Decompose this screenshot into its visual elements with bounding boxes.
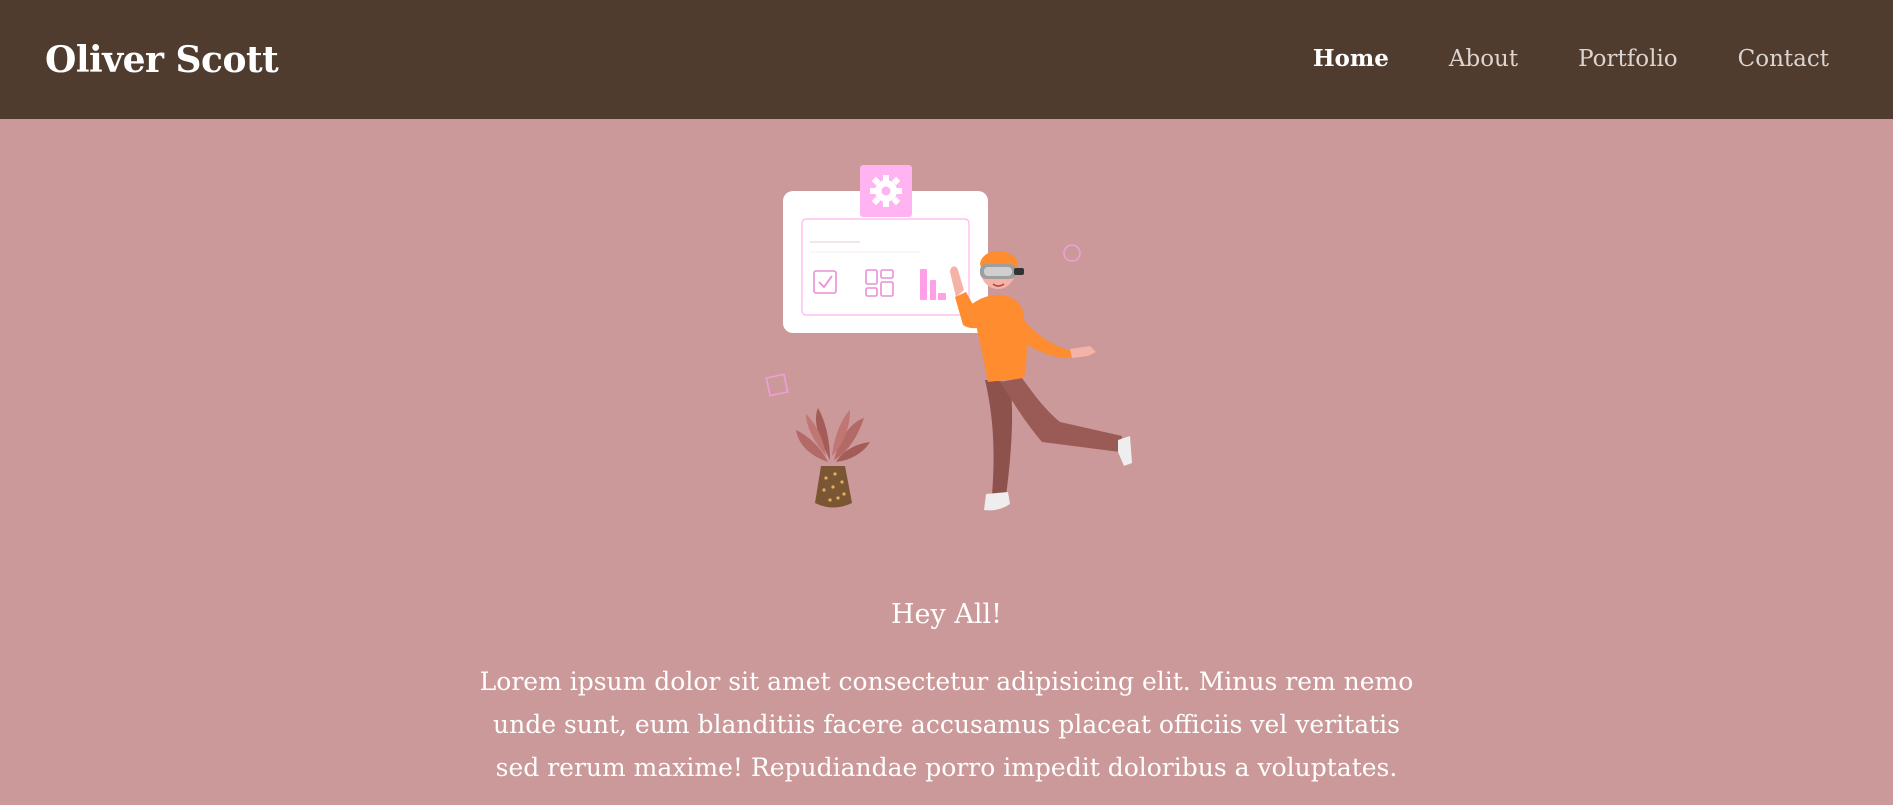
nav-link-home[interactable]: Home xyxy=(1313,42,1389,76)
nav-links: Home About Portfolio Contact xyxy=(1253,42,1829,76)
greeting-heading: Hey All! xyxy=(891,599,1002,630)
plant-icon xyxy=(796,408,870,508)
vr-person-illustration xyxy=(765,165,1132,511)
square-decoration xyxy=(765,373,789,397)
circle-decoration xyxy=(1063,244,1081,262)
gear-icon xyxy=(860,165,912,217)
nav-link-about[interactable]: About xyxy=(1449,42,1518,76)
brand-logo[interactable]: Oliver Scott xyxy=(45,36,279,84)
navbar: Oliver Scott Home About Portfolio Contac… xyxy=(0,0,1893,119)
nav-link-contact[interactable]: Contact xyxy=(1738,42,1829,76)
intro-paragraph: Lorem ipsum dolor sit amet consectetur a… xyxy=(479,667,1414,782)
nav-link-portfolio[interactable]: Portfolio xyxy=(1578,42,1678,76)
